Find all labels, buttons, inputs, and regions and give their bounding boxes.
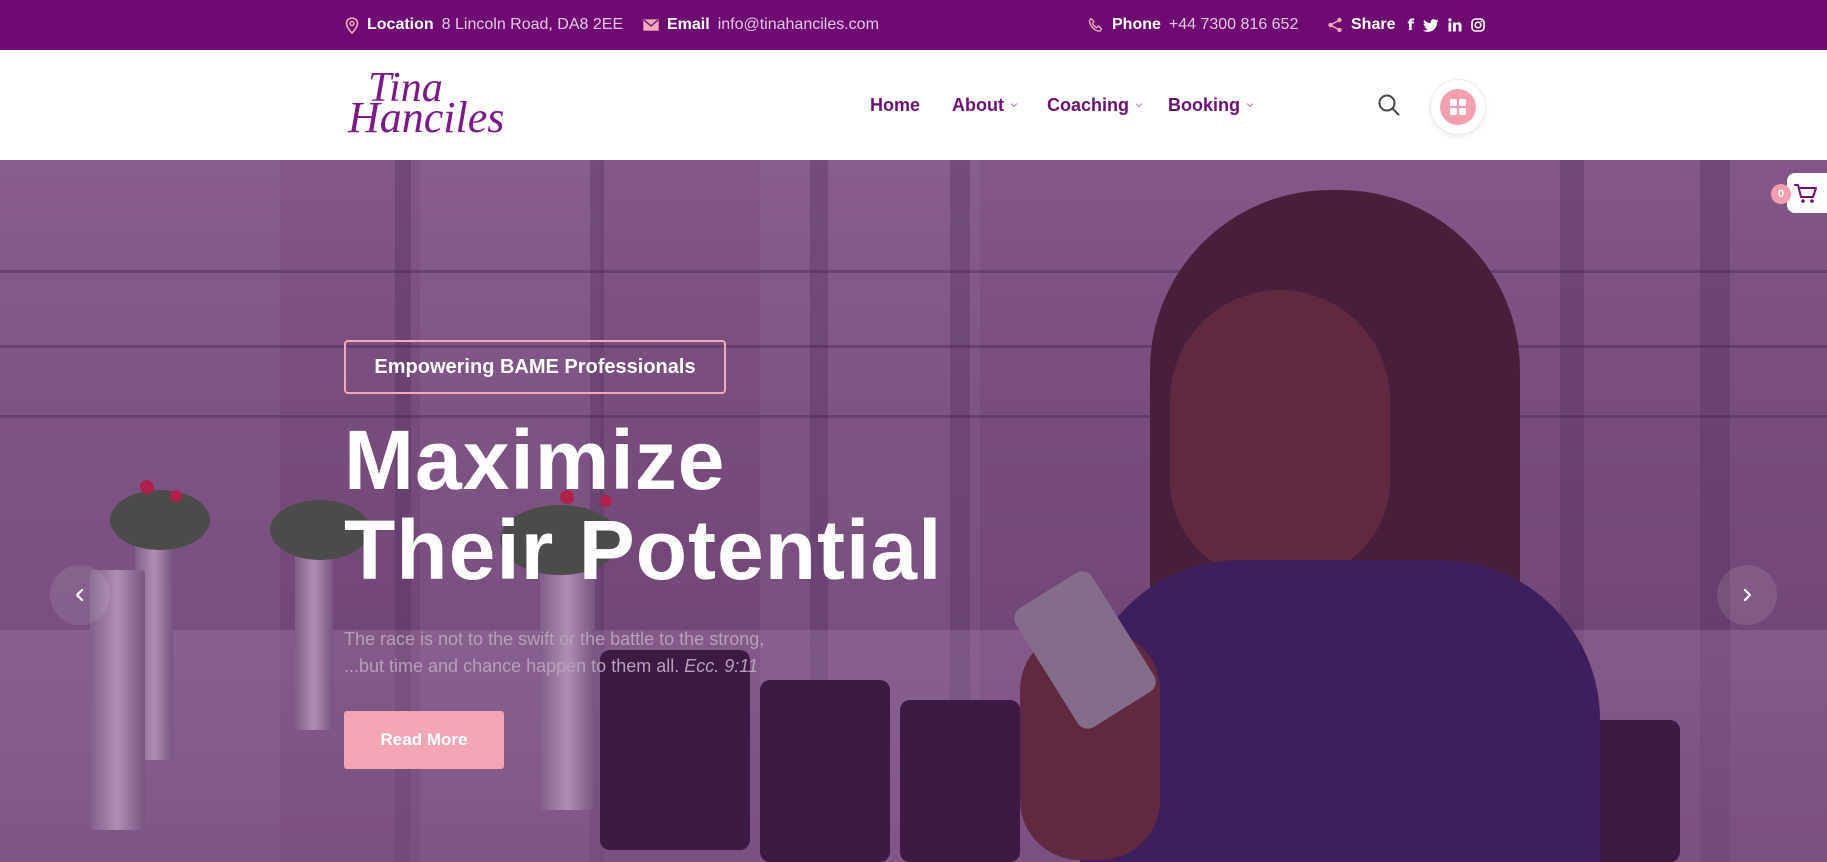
- site-logo[interactable]: Tina Hanciles: [346, 64, 506, 144]
- envelope-icon: [643, 19, 659, 31]
- search-icon[interactable]: [1376, 92, 1402, 118]
- hero-quote-line-1: The race is not to the swift or the batt…: [344, 629, 765, 649]
- share-label: Share: [1351, 16, 1396, 33]
- hero-quote-line-2: ...but time and chance happen to them al…: [344, 656, 758, 677]
- phone-label: Phone: [1112, 16, 1161, 33]
- hero-title-line-2: Their Potential: [344, 503, 943, 597]
- location-label: Location: [367, 16, 434, 33]
- phone-info[interactable]: Phone +44 7300 816 652: [1088, 0, 1298, 50]
- chevron-down-icon: [1246, 103, 1254, 108]
- email-info[interactable]: Email info@tinahanciles.com: [643, 0, 879, 50]
- linkedin-icon[interactable]: [1448, 18, 1462, 32]
- cart-icon: [1794, 184, 1817, 203]
- nav-coaching-label: Coaching: [1047, 94, 1130, 115]
- share-icon: [1328, 17, 1342, 33]
- nav-booking-label: Booking: [1168, 94, 1240, 115]
- facebook-icon[interactable]: f: [1407, 16, 1414, 34]
- nav-about-label: About: [952, 94, 1004, 115]
- hero-title-line-1: Maximize: [344, 413, 726, 507]
- nav-home[interactable]: Home: [870, 50, 920, 160]
- chevron-down-icon: [1135, 103, 1143, 108]
- social-links: f: [1407, 16, 1485, 34]
- nav-booking[interactable]: Booking: [1168, 50, 1254, 160]
- logo-line-2: Hanciles: [348, 93, 505, 142]
- hero-quote-text: ...but time and chance happen to them al…: [344, 656, 680, 676]
- top-bar: Location 8 Lincoln Road, DA8 2EE Email i…: [0, 0, 1827, 50]
- email-link[interactable]: info@tinahanciles.com: [718, 16, 879, 34]
- grid-icon: [1440, 89, 1476, 125]
- cart-button[interactable]: [1787, 173, 1827, 213]
- hero-quote-reference: Ecc. 9:11: [684, 656, 758, 676]
- hero-tagline: Empowering BAME Professionals: [344, 340, 726, 394]
- location-value: 8 Lincoln Road, DA8 2EE: [441, 16, 624, 33]
- nav-about[interactable]: About: [952, 50, 1018, 160]
- phone-link[interactable]: +44 7300 816 652: [1169, 16, 1298, 34]
- read-more-button[interactable]: Read More: [344, 711, 504, 769]
- chevron-left-icon: [75, 588, 84, 602]
- hero-slider: Empowering BAME Professionals Maximize T…: [0, 160, 1827, 862]
- slider-next-button[interactable]: [1717, 565, 1777, 625]
- nav-home-label: Home: [870, 94, 921, 115]
- chevron-down-icon: [1010, 103, 1018, 108]
- nav-coaching[interactable]: Coaching: [1047, 50, 1143, 160]
- chevron-right-icon: [1743, 588, 1752, 602]
- phone-icon: [1088, 17, 1103, 32]
- email-label: Email: [667, 16, 710, 33]
- instagram-icon[interactable]: [1471, 18, 1485, 32]
- site-header: Tina Hanciles Home About Coaching Bookin…: [0, 50, 1827, 160]
- twitter-icon[interactable]: [1423, 18, 1439, 32]
- cart-count-badge: 0: [1771, 184, 1791, 204]
- menu-grid-button[interactable]: [1430, 79, 1486, 135]
- location-info: Location 8 Lincoln Road, DA8 2EE: [345, 0, 623, 50]
- slider-prev-button[interactable]: [50, 565, 110, 625]
- location-pin-icon: [345, 16, 359, 34]
- share-info: Share f: [1327, 0, 1485, 50]
